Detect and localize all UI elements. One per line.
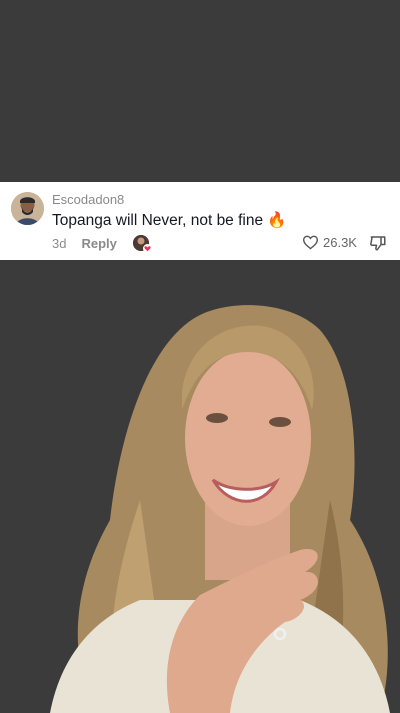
comment-text: Topanga will Never, not be fine 🔥	[52, 211, 287, 230]
comment-body: Topanga will Never, not be fine	[52, 212, 264, 229]
dislike-button[interactable]	[369, 234, 387, 257]
reply-button[interactable]: Reply	[81, 236, 116, 251]
like-count: 26.3K	[323, 235, 357, 250]
fire-emoji: 🔥	[267, 212, 287, 229]
comment-meta: 3d Reply	[52, 235, 152, 253]
like-button[interactable]: 26.3K	[302, 235, 357, 250]
heart-icon	[302, 235, 319, 250]
comment-username[interactable]: Escodadon8	[52, 192, 124, 207]
liked-by-creator-avatar	[132, 235, 152, 253]
comment-card[interactable]: Escodadon8 Topanga will Never, not be fi…	[0, 182, 400, 260]
video-frame-person	[50, 305, 390, 713]
user-avatar[interactable]	[11, 192, 44, 225]
comment-age: 3d	[52, 235, 67, 251]
heart-badge-icon	[142, 244, 152, 253]
video-background[interactable]	[0, 0, 400, 713]
dislike-icon	[370, 236, 386, 251]
